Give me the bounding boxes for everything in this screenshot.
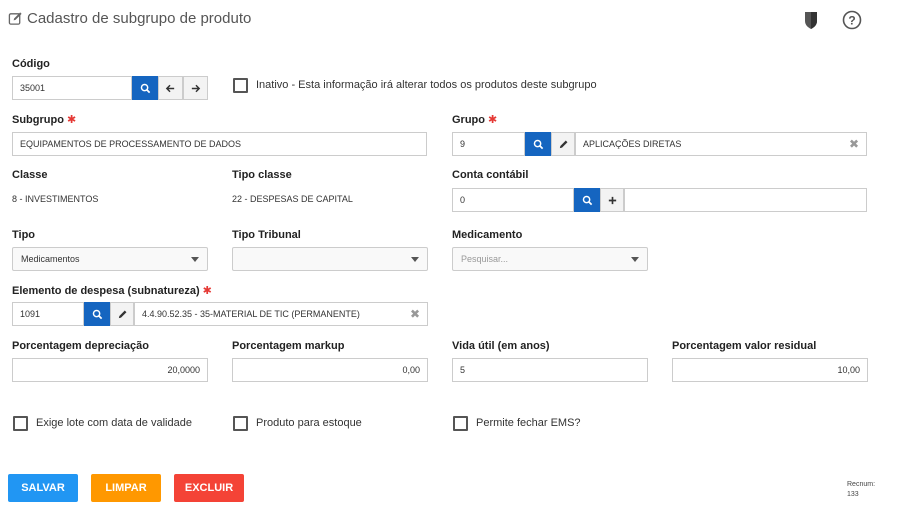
vida-util-label: Vida útil (em anos) [452, 340, 550, 352]
elemento-despesa-description-field: 4.4.90.52.35 - 35-MATERIAL DE TIC (PERMA… [134, 302, 428, 326]
tipo-selected: Medicamentos [21, 254, 80, 264]
subgrupo-label: Subgrupo ✱ [12, 113, 76, 126]
conta-contabil-add-button[interactable] [600, 188, 624, 212]
inativo-checkbox[interactable] [233, 78, 248, 93]
tipo-classe-label: Tipo classe [232, 169, 292, 181]
recnum-label: Recnum: [847, 481, 876, 488]
porcentagem-depreciacao-label: Porcentagem depreciação [12, 340, 149, 352]
exige-lote-checkbox[interactable] [13, 416, 28, 431]
permite-ems-label: Permite fechar EMS? [476, 417, 581, 429]
elemento-despesa-label: Elemento de despesa (subnatureza) ✱ [12, 284, 212, 297]
tipo-label: Tipo [12, 229, 36, 241]
clear-icon[interactable]: ✖ [849, 137, 859, 151]
grupo-search-button[interactable] [525, 132, 551, 156]
porcentagem-residual-label: Porcentagem valor residual [672, 340, 817, 352]
grupo-description: APLICAÇÕES DIRETAS [583, 139, 682, 149]
tipo-tribunal-label: Tipo Tribunal [232, 229, 301, 241]
elemento-despesa-description: 4.4.90.52.35 - 35-MATERIAL DE TIC (PERMA… [142, 309, 360, 319]
inativo-label: Inativo - Esta informação irá alterar to… [256, 79, 597, 91]
grupo-code-input[interactable]: 9 [452, 132, 525, 156]
previous-button[interactable] [158, 76, 183, 100]
classe-value: 8 - INVESTIMENTOS [12, 194, 99, 204]
svg-text:?: ? [848, 14, 855, 28]
grupo-label-text: Grupo [452, 114, 485, 126]
required-marker: ✱ [202, 285, 212, 297]
codigo-input[interactable]: 35001 [12, 76, 132, 100]
caret-down-icon [191, 256, 199, 262]
grupo-label: Grupo ✱ [452, 113, 497, 126]
conta-contabil-search-button[interactable] [574, 188, 600, 212]
next-button[interactable] [183, 76, 208, 100]
limpar-button[interactable]: LIMPAR [91, 474, 161, 502]
subgrupo-input[interactable]: EQUIPAMENTOS DE PROCESSAMENTO DE DADOS [12, 132, 427, 156]
elemento-despesa-label-text: Elemento de despesa (subnatureza) [12, 285, 200, 297]
elemento-despesa-code-input[interactable]: 1091 [12, 302, 84, 326]
codigo-label: Código [12, 58, 50, 70]
vida-util-input[interactable]: 5 [452, 358, 648, 382]
tipo-tribunal-select[interactable] [232, 247, 428, 271]
medicamento-placeholder: Pesquisar... [461, 254, 509, 264]
required-marker: ✱ [488, 114, 498, 126]
grupo-edit-button[interactable] [551, 132, 575, 156]
pencil-icon [118, 310, 126, 318]
caret-down-icon [631, 256, 639, 262]
produto-estoque-label: Produto para estoque [256, 417, 362, 429]
permite-ems-checkbox[interactable] [453, 416, 468, 431]
clear-icon[interactable]: ✖ [410, 307, 420, 321]
codigo-search-button[interactable] [132, 76, 158, 100]
porcentagem-depreciacao-input[interactable]: 20,0000 [12, 358, 208, 382]
elemento-despesa-search-button[interactable] [84, 302, 110, 326]
edit-icon [8, 12, 22, 25]
search-icon [533, 139, 543, 149]
shield-icon[interactable] [801, 10, 821, 30]
search-icon [582, 195, 592, 205]
elemento-despesa-edit-button[interactable] [110, 302, 134, 326]
help-icon[interactable]: ? [842, 10, 862, 30]
arrow-left-icon [165, 84, 175, 92]
search-icon [140, 83, 150, 93]
conta-contabil-label: Conta contábil [452, 169, 529, 181]
caret-down-icon [411, 256, 419, 262]
plus-icon [608, 196, 616, 204]
tipo-classe-value: 22 - DESPESAS DE CAPITAL [232, 194, 353, 204]
salvar-button[interactable]: SALVAR [8, 474, 78, 502]
produto-estoque-checkbox[interactable] [233, 416, 248, 431]
grupo-description-field: APLICAÇÕES DIRETAS ✖ [575, 132, 867, 156]
porcentagem-markup-input[interactable]: 0,00 [232, 358, 428, 382]
exige-lote-label: Exige lote com data de validade [36, 417, 192, 429]
tipo-select[interactable]: Medicamentos [12, 247, 208, 271]
search-icon [92, 309, 102, 319]
conta-contabil-description [624, 188, 867, 212]
arrow-right-icon [191, 84, 201, 92]
porcentagem-residual-input[interactable]: 10,00 [672, 358, 868, 382]
classe-label: Classe [12, 169, 48, 181]
excluir-button[interactable]: EXCLUIR [174, 474, 244, 502]
subgrupo-label-text: Subgrupo [12, 114, 64, 126]
porcentagem-markup-label: Porcentagem markup [232, 340, 345, 352]
page-title: Cadastro de subgrupo de produto [8, 10, 251, 27]
medicamento-label: Medicamento [452, 229, 523, 241]
required-marker: ✱ [66, 114, 77, 126]
recnum-value: 133 [847, 491, 859, 498]
page-title-text: Cadastro de subgrupo de produto [27, 10, 252, 27]
pencil-icon [559, 140, 567, 148]
medicamento-select[interactable]: Pesquisar... [452, 247, 648, 271]
conta-contabil-input[interactable]: 0 [452, 188, 574, 212]
